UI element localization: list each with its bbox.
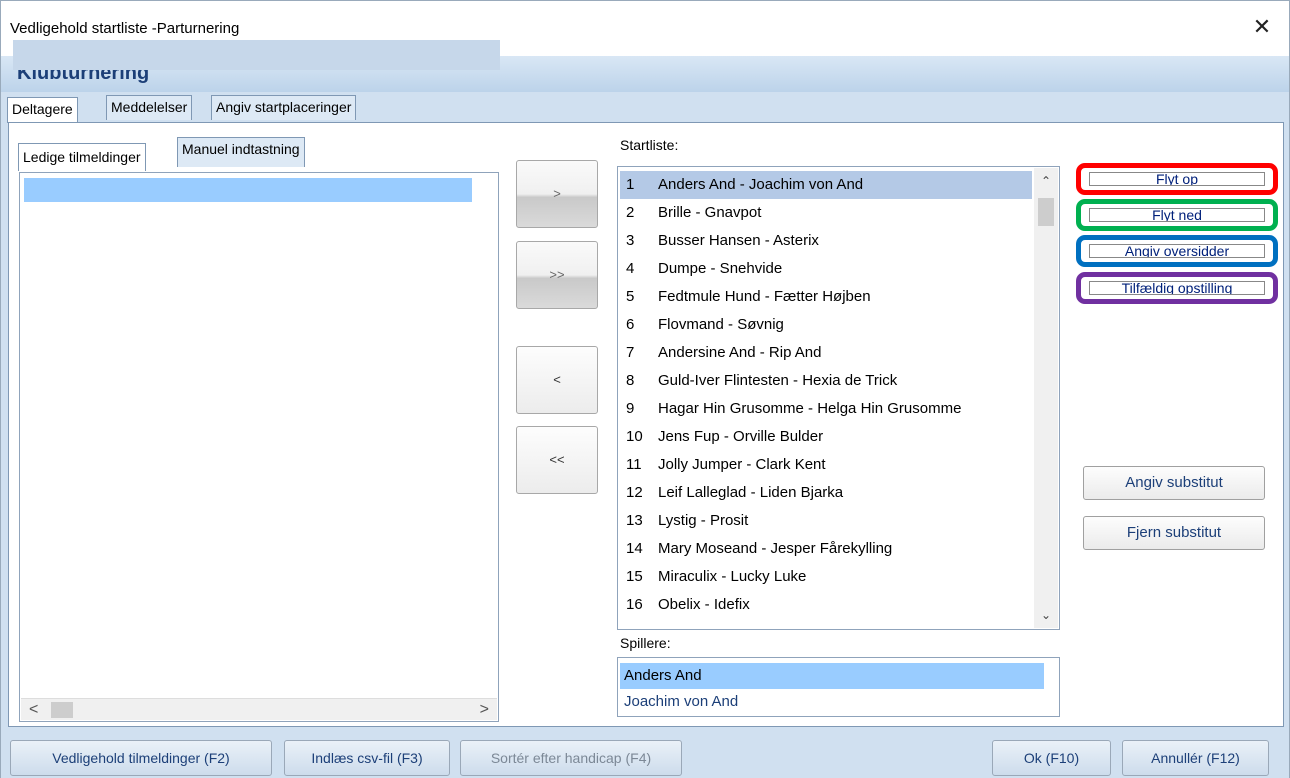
sort-handicap-button[interactable]: Sortér efter handicap (F4) [460,740,682,776]
tab-meddelelser[interactable]: Meddelelser [106,95,193,120]
set-bye-label: Angiv oversidder [1089,244,1265,258]
startlist-row[interactable]: 16 Obelix - Idefix [620,591,1032,619]
startlist-row[interactable]: 1 Anders And - Joachim von And [620,171,1032,199]
import-csv-button[interactable]: Indlæs csv-fil (F3) [284,740,450,776]
list-item[interactable] [24,178,472,202]
player-item[interactable]: Joachim von And [620,689,1044,715]
scroll-thumb[interactable] [1038,198,1054,226]
startlist-row[interactable]: 12 Leif Lalleglad - Liden Bjarka [620,479,1032,507]
startlist-row[interactable]: 15 Miraculix - Lucky Luke [620,563,1032,591]
scroll-thumb[interactable] [51,702,73,718]
startlist-label: Startliste: [620,137,679,153]
players-list[interactable]: Anders And Joachim von And [617,657,1060,717]
startlist-row[interactable]: 5 Fedtmule Hund - Fætter Højben [620,283,1032,311]
startlist[interactable]: 1 Anders And - Joachim von And 2 Brille - … [617,166,1060,630]
move-up-label: Flyt op [1089,172,1265,186]
cancel-button[interactable]: Annullér (F12) [1122,740,1269,776]
player-item[interactable]: Anders And [620,663,1044,689]
remove-all-button[interactable]: << [516,426,598,494]
add-all-button[interactable]: >> [516,241,598,309]
close-icon[interactable]: ✕ [1249,14,1275,40]
scroll-down-icon[interactable]: ⌄ [1034,608,1058,622]
subtab-bar [13,40,500,70]
available-registrations-list[interactable]: < > [19,172,499,722]
set-substitute-button[interactable]: Angiv substitut [1083,466,1265,500]
subtab-ledige-tilmeldinger[interactable]: Ledige tilmeldinger [18,143,146,171]
startlist-row[interactable]: 13 Lystig - Prosit [620,507,1032,535]
set-bye-button[interactable]: Angiv oversidder [1076,235,1278,267]
add-selected-button[interactable]: > [516,160,598,228]
tab-angiv-startplaceringer[interactable]: Angiv startplaceringer [211,95,357,120]
maintain-registrations-button[interactable]: Vedligehold tilmeldinger (F2) [10,740,272,776]
players-label: Spillere: [620,635,671,651]
move-down-button[interactable]: Flyt ned [1076,199,1278,231]
horizontal-scrollbar[interactable]: < > [21,698,497,720]
startlist-row[interactable]: 10 Jens Fup - Orville Bulder [620,423,1032,451]
remove-selected-button[interactable]: < [516,346,598,414]
tab-deltagere[interactable]: Deltagere [7,97,78,123]
remove-substitute-button[interactable]: Fjern substitut [1083,516,1265,550]
move-down-label: Flyt ned [1089,208,1265,222]
window-title: Vedligehold startliste -Parturnering [10,20,240,37]
subtab-manuel-indtastning[interactable]: Manuel indtastning [177,137,305,167]
startlist-row[interactable]: 3 Busser Hansen - Asterix [620,227,1032,255]
startlist-row[interactable]: 6 Flovmand - Søvnig [620,311,1032,339]
random-lineup-label: Tilfældig opstilling [1089,281,1265,295]
move-up-button[interactable]: Flyt op [1076,163,1278,195]
startlist-row[interactable]: 8 Guld-Iver Flintesten - Hexia de Trick [620,367,1032,395]
startlist-row[interactable]: 11 Jolly Jumper - Clark Kent [620,451,1032,479]
startlist-row[interactable]: 9 Hagar Hin Grusomme - Helga Hin Grusomme [620,395,1032,423]
scroll-up-icon[interactable]: ⌃ [1034,174,1058,188]
startlist-row[interactable]: 2 Brille - Gnavpot [620,199,1032,227]
scroll-left-icon[interactable]: < [29,699,38,721]
startlist-row[interactable]: 4 Dumpe - Snehvide [620,255,1032,283]
vertical-scrollbar[interactable]: ⌃ ⌄ [1034,168,1058,628]
ok-button[interactable]: Ok (F10) [992,740,1111,776]
startlist-row[interactable]: 14 Mary Moseand - Jesper Fårekylling [620,535,1032,563]
scroll-right-icon[interactable]: > [480,699,489,721]
startlist-row[interactable]: 7 Andersine And - Rip And [620,339,1032,367]
random-lineup-button[interactable]: Tilfældig opstilling [1076,272,1278,304]
